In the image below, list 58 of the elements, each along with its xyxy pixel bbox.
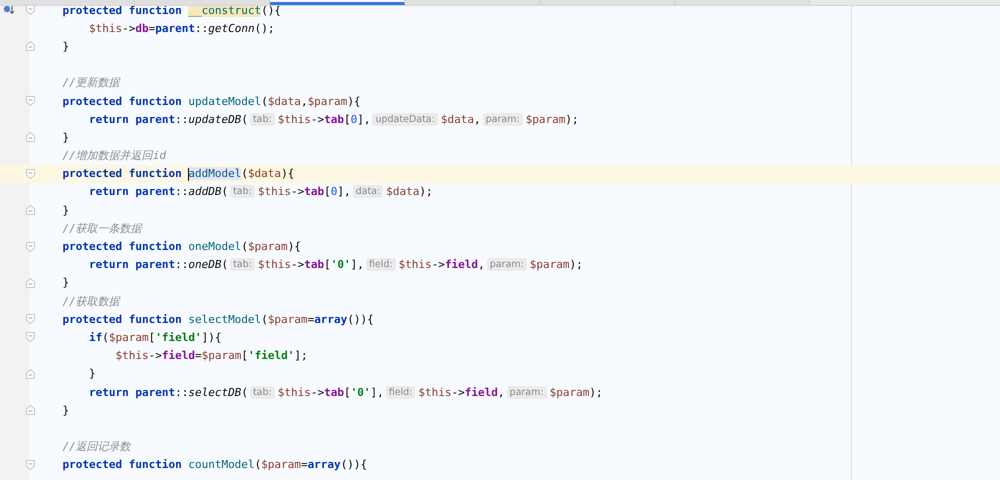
fold-marker-icon[interactable]: [26, 314, 35, 324]
parameter-hint: tab:: [230, 258, 255, 272]
code-text: $param);: [550, 386, 603, 399]
code-text: $param);: [526, 112, 579, 126]
code-text: $this->db=parent::getConn();: [88, 22, 274, 35]
parameter-hint: tab:: [230, 185, 255, 198]
code-text: $this->field=$param['field'];: [114, 349, 308, 362]
code-text: protected function addModel($data){: [61, 167, 294, 181]
editor-tab[interactable]: [270, 0, 405, 5]
code-text: $this->field,: [418, 386, 505, 399]
fold-marker-icon[interactable]: [26, 460, 35, 470]
fold-marker-icon[interactable]: [26, 205, 35, 216]
code-text: $param);: [530, 258, 583, 272]
code-comment: //获取一条数据: [61, 220, 142, 236]
fold-marker-icon[interactable]: [26, 96, 35, 106]
parameter-hint: updateData:: [372, 112, 438, 126]
parameter-hint: param:: [506, 386, 547, 399]
code-text: protected function updateModel($data,$param){: [61, 94, 361, 108]
code-text: $this->field,: [398, 258, 485, 272]
parameter-hint: param:: [482, 112, 523, 126]
code-text: $this->tab[0],: [258, 185, 351, 198]
code-text: }: [61, 204, 70, 217]
code-text: }: [88, 367, 96, 380]
code-text: }: [61, 276, 70, 290]
code-text: $data);: [386, 185, 433, 198]
code-comment: //更新数据: [61, 75, 120, 90]
parameter-hint: field:: [386, 386, 416, 399]
code-text: return parent::selectDB(: [88, 386, 248, 399]
fold-marker-icon[interactable]: [26, 405, 35, 416]
code-text: return parent::addDB(: [88, 185, 228, 198]
code-text: protected function selectModel($param=array()){: [61, 312, 374, 326]
code-comment: //返回记录数: [61, 439, 131, 454]
code-text: }: [61, 40, 70, 53]
code-text: if($param['field']){: [88, 330, 222, 344]
code-text: }: [61, 404, 70, 417]
code-text: $this->tab['0'],: [258, 258, 364, 272]
code-text: $this->tab[0],: [278, 112, 370, 126]
code-text: return parent::updateDB(: [88, 112, 248, 126]
fold-marker-icon[interactable]: [26, 242, 35, 252]
fold-marker-icon[interactable]: [26, 168, 35, 179]
fold-marker-icon[interactable]: [26, 132, 35, 142]
code-text: return parent::oneDB(: [88, 258, 228, 272]
parameter-hint: field:: [366, 258, 396, 272]
fold-marker-icon[interactable]: [26, 41, 35, 52]
code-text: protected function oneModel($param){: [61, 240, 301, 254]
code-text: protected function __construct(){: [61, 4, 282, 17]
override-method-icon[interactable]: [3, 5, 15, 16]
fold-marker-icon[interactable]: [26, 332, 35, 342]
code-text: protected function countModel($param=array()){: [61, 458, 368, 472]
code-comment: //增加数据并返回id: [61, 148, 166, 164]
parameter-hint: tab:: [250, 112, 275, 126]
code-text: $this->tab['0'],: [278, 386, 384, 399]
code-text: }: [61, 130, 70, 144]
code-comment: //获取数据: [61, 294, 120, 309]
code-text: $data,: [440, 112, 481, 126]
parameter-hint: param:: [486, 258, 527, 272]
parameter-hint: tab:: [250, 386, 275, 399]
parameter-hint: data:: [352, 185, 384, 198]
